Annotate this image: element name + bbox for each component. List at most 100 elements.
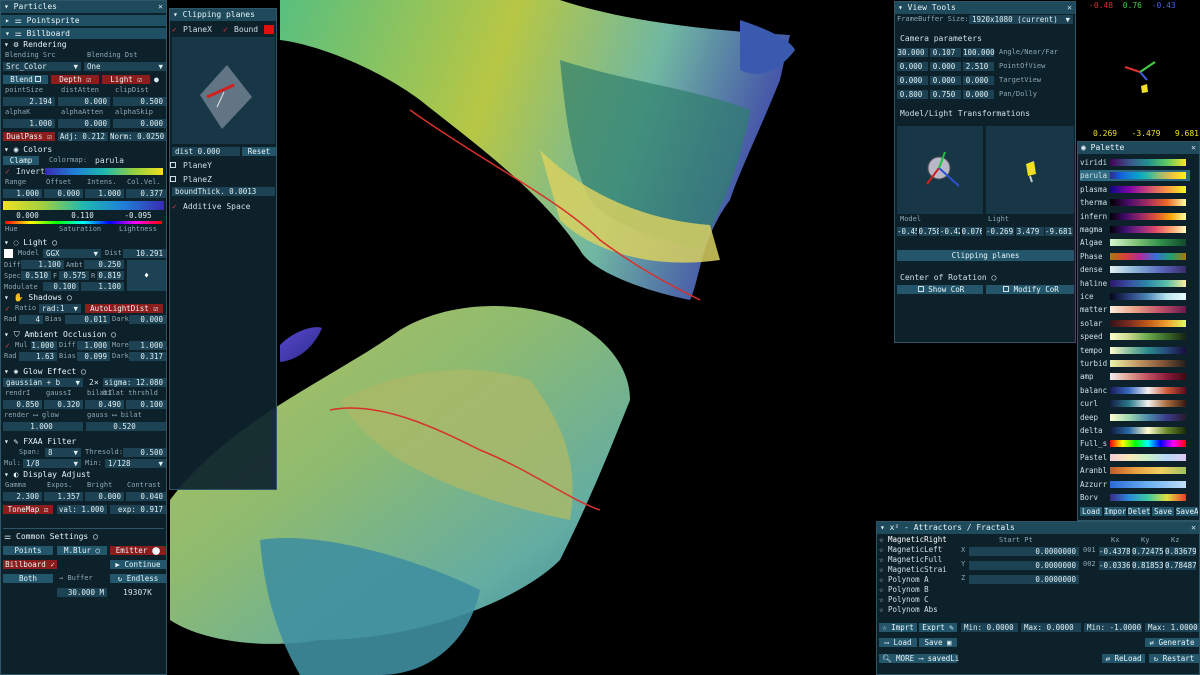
rendering-2-slider-2[interactable]: 0.000 bbox=[113, 119, 166, 128]
checkmark-icon[interactable]: ✓ bbox=[5, 340, 10, 351]
clamp-button[interactable]: Clamp bbox=[3, 156, 39, 165]
close-icon[interactable]: ✕ bbox=[1191, 142, 1196, 154]
load-button[interactable]: ▭ Load bbox=[879, 638, 917, 647]
tonemap-toggle[interactable]: ToneMap ☑ bbox=[3, 505, 53, 514]
palette-item[interactable]: solar bbox=[1080, 318, 1190, 329]
help-bubble-icon[interactable]: ◯ bbox=[93, 532, 98, 541]
palette-impor-button[interactable]: Impor bbox=[1104, 507, 1126, 516]
collapse-arrow-icon[interactable]: ▾ bbox=[173, 10, 183, 19]
show-cor-toggle[interactable]: Show CoR bbox=[897, 285, 983, 294]
dualpass-toggle[interactable]: DualPass ☑ bbox=[3, 132, 55, 141]
section-glow[interactable]: ▾ ✺ Glow Effect ◯ bbox=[1, 366, 166, 377]
hsl-slider-0[interactable]: 0.000 bbox=[3, 211, 55, 220]
ao-bias-slider[interactable]: 0.099 bbox=[77, 352, 110, 361]
k-value-0-1[interactable]: -0.4378 bbox=[1099, 547, 1130, 556]
section-common[interactable]: ⚌ Common Settings ◯ bbox=[1, 531, 166, 542]
collapse-arrow-icon[interactable]: ▾ bbox=[898, 3, 908, 12]
help-bubble-icon[interactable]: ◯ bbox=[111, 330, 116, 339]
palette-item[interactable]: infern bbox=[1080, 211, 1190, 222]
palette-load-button[interactable]: Load bbox=[1080, 507, 1102, 516]
shadow-rad-slider[interactable]: 4 bbox=[19, 315, 43, 324]
tonemap-val-slider[interactable]: val: 1.000 bbox=[57, 505, 107, 514]
palette-item[interactable]: amp bbox=[1080, 371, 1190, 382]
generate-button[interactable]: ⇄ Generate bbox=[1145, 638, 1199, 647]
colors-slider-3[interactable]: 0.377 bbox=[126, 189, 166, 198]
light-toggle[interactable]: Light ☑ bbox=[102, 75, 150, 84]
colormap-bar[interactable] bbox=[45, 168, 163, 175]
depth-toggle[interactable]: Depth ☑ bbox=[51, 75, 99, 84]
collapse-arrow-icon[interactable]: ▾ bbox=[4, 2, 14, 11]
ao-mul-slider[interactable]: 1.000 bbox=[31, 341, 57, 350]
palette-savea-button[interactable]: SaveA bbox=[1176, 507, 1198, 516]
norm-slider[interactable]: Norm: 0.0250 bbox=[110, 132, 166, 141]
display-slider-0[interactable]: 2.300 bbox=[3, 492, 42, 501]
ratio-select[interactable]: rad:1 ▼ bbox=[39, 304, 81, 313]
hsl-slider-2[interactable]: -0.095 bbox=[113, 211, 166, 220]
camera-value-1-1[interactable]: 0.000 bbox=[930, 62, 961, 71]
attractor-list-item[interactable]: ☆ MagneticFull bbox=[877, 555, 957, 565]
max1-field[interactable]: Max: 0.0000 bbox=[1021, 623, 1081, 632]
light-color-swatch[interactable] bbox=[4, 249, 13, 258]
palette-item[interactable]: ice bbox=[1080, 291, 1190, 302]
rendering-2-slider-0[interactable]: 1.000 bbox=[3, 119, 55, 128]
glow-multiplier[interactable]: 2× bbox=[89, 377, 99, 388]
close-icon[interactable]: ✕ bbox=[158, 1, 163, 13]
start-value-0[interactable]: 0.0000000 bbox=[969, 547, 1079, 556]
palette-item[interactable]: plasma bbox=[1080, 184, 1190, 195]
camera-value-2-1[interactable]: 0.000 bbox=[930, 76, 961, 85]
attractor-list-item[interactable]: ☆ MagneticStrai bbox=[877, 565, 957, 575]
color-dot-icon[interactable]: ● bbox=[154, 74, 159, 85]
help-bubble-icon[interactable]: ◯ bbox=[992, 273, 997, 282]
shadow-bias-slider[interactable]: 0.011 bbox=[65, 315, 110, 324]
mblur-toggle[interactable]: M.Blur ◯ bbox=[57, 546, 107, 555]
buffer-toggle[interactable]: → Buffer bbox=[59, 573, 93, 584]
palette-titlebar[interactable]: ◉ Palette ✕ bbox=[1078, 142, 1199, 154]
glow-slider-0[interactable]: 0.850 bbox=[3, 400, 42, 409]
light-value-0[interactable]: -0.269 bbox=[986, 227, 1014, 236]
palette-item[interactable]: speed bbox=[1080, 331, 1190, 342]
close-icon[interactable]: ✕ bbox=[1067, 2, 1072, 14]
span-select[interactable]: 8 ▼ bbox=[45, 448, 81, 457]
blend-src-select[interactable]: Src_Color ▼ bbox=[3, 62, 81, 71]
k-value-0-3[interactable]: 0.83679 bbox=[1165, 547, 1196, 556]
hsl-slider-1[interactable]: 0.110 bbox=[58, 211, 110, 220]
attractor-list-item[interactable]: ☆ Polynom C bbox=[877, 595, 957, 605]
attractor-list-item[interactable]: ☆ Polynom A bbox=[877, 575, 957, 585]
model-value-1[interactable]: 0.758 bbox=[918, 227, 939, 236]
adj-slider[interactable]: Adj: 0.212 bbox=[58, 132, 108, 141]
model-gizmo[interactable] bbox=[897, 126, 983, 214]
palette-list[interactable]: viridi parula plasma therma infern magma Algae… bbox=[1078, 154, 1199, 506]
ao-diff-slider[interactable]: 1.000 bbox=[77, 341, 110, 350]
endless-button[interactable]: ↻ Endless bbox=[110, 574, 166, 583]
glow-sigma-slider[interactable]: sigma: 12.080 bbox=[103, 378, 166, 387]
light-f-slider[interactable]: 0.575 bbox=[59, 271, 89, 280]
modulate-slider-2[interactable]: 1.100 bbox=[81, 282, 124, 291]
model-value-0[interactable]: -0.450 bbox=[897, 227, 917, 236]
palette-item[interactable]: Azzurr bbox=[1080, 479, 1190, 490]
colors-slider-1[interactable]: 0.000 bbox=[44, 189, 83, 198]
camera-value-0-2[interactable]: 100.000 bbox=[963, 48, 995, 57]
min2-field[interactable]: Min: -1.0000 bbox=[1084, 623, 1142, 632]
light-value-2[interactable]: -9.681 bbox=[1045, 227, 1073, 236]
section-colors[interactable]: ▾ ◉ Colors bbox=[1, 144, 166, 155]
help-bubble-icon[interactable]: ◯ bbox=[67, 293, 72, 302]
min1-field[interactable]: Min: 0.0000 bbox=[961, 623, 1018, 632]
reset-button[interactable]: Reset bbox=[242, 147, 276, 156]
display-slider-3[interactable]: 0.040 bbox=[126, 492, 166, 501]
fxaa-min-select[interactable]: 1/128 ▼ bbox=[105, 459, 166, 468]
tonemap-exp-slider[interactable]: exp: 0.917 bbox=[110, 505, 166, 514]
palette-item[interactable]: therma bbox=[1080, 197, 1190, 208]
modify-cor-toggle[interactable]: Modify CoR bbox=[986, 285, 1074, 294]
rendering-1-slider-0[interactable]: 2.194 bbox=[3, 97, 55, 106]
palette-item[interactable]: Phase bbox=[1080, 251, 1190, 262]
palette-item[interactable]: delta bbox=[1080, 425, 1190, 436]
max2-field[interactable]: Max: 1.0000 bbox=[1145, 623, 1199, 632]
clip-dist-slider[interactable]: dist 0.000 bbox=[172, 147, 240, 156]
attractors-titlebar[interactable]: ▾ x² - Attractors / Fractals ✕ bbox=[877, 522, 1199, 534]
palette-item[interactable]: Pastel bbox=[1080, 452, 1190, 463]
particle-count-slider[interactable]: 30.000 M bbox=[57, 588, 107, 597]
help-bubble-icon[interactable]: ◯ bbox=[81, 367, 86, 376]
gauss-bilat-slider[interactable]: 0.520 bbox=[86, 422, 166, 431]
light-spec-slider[interactable]: 0.510 bbox=[21, 271, 51, 280]
palette-item[interactable]: tempo bbox=[1080, 345, 1190, 356]
